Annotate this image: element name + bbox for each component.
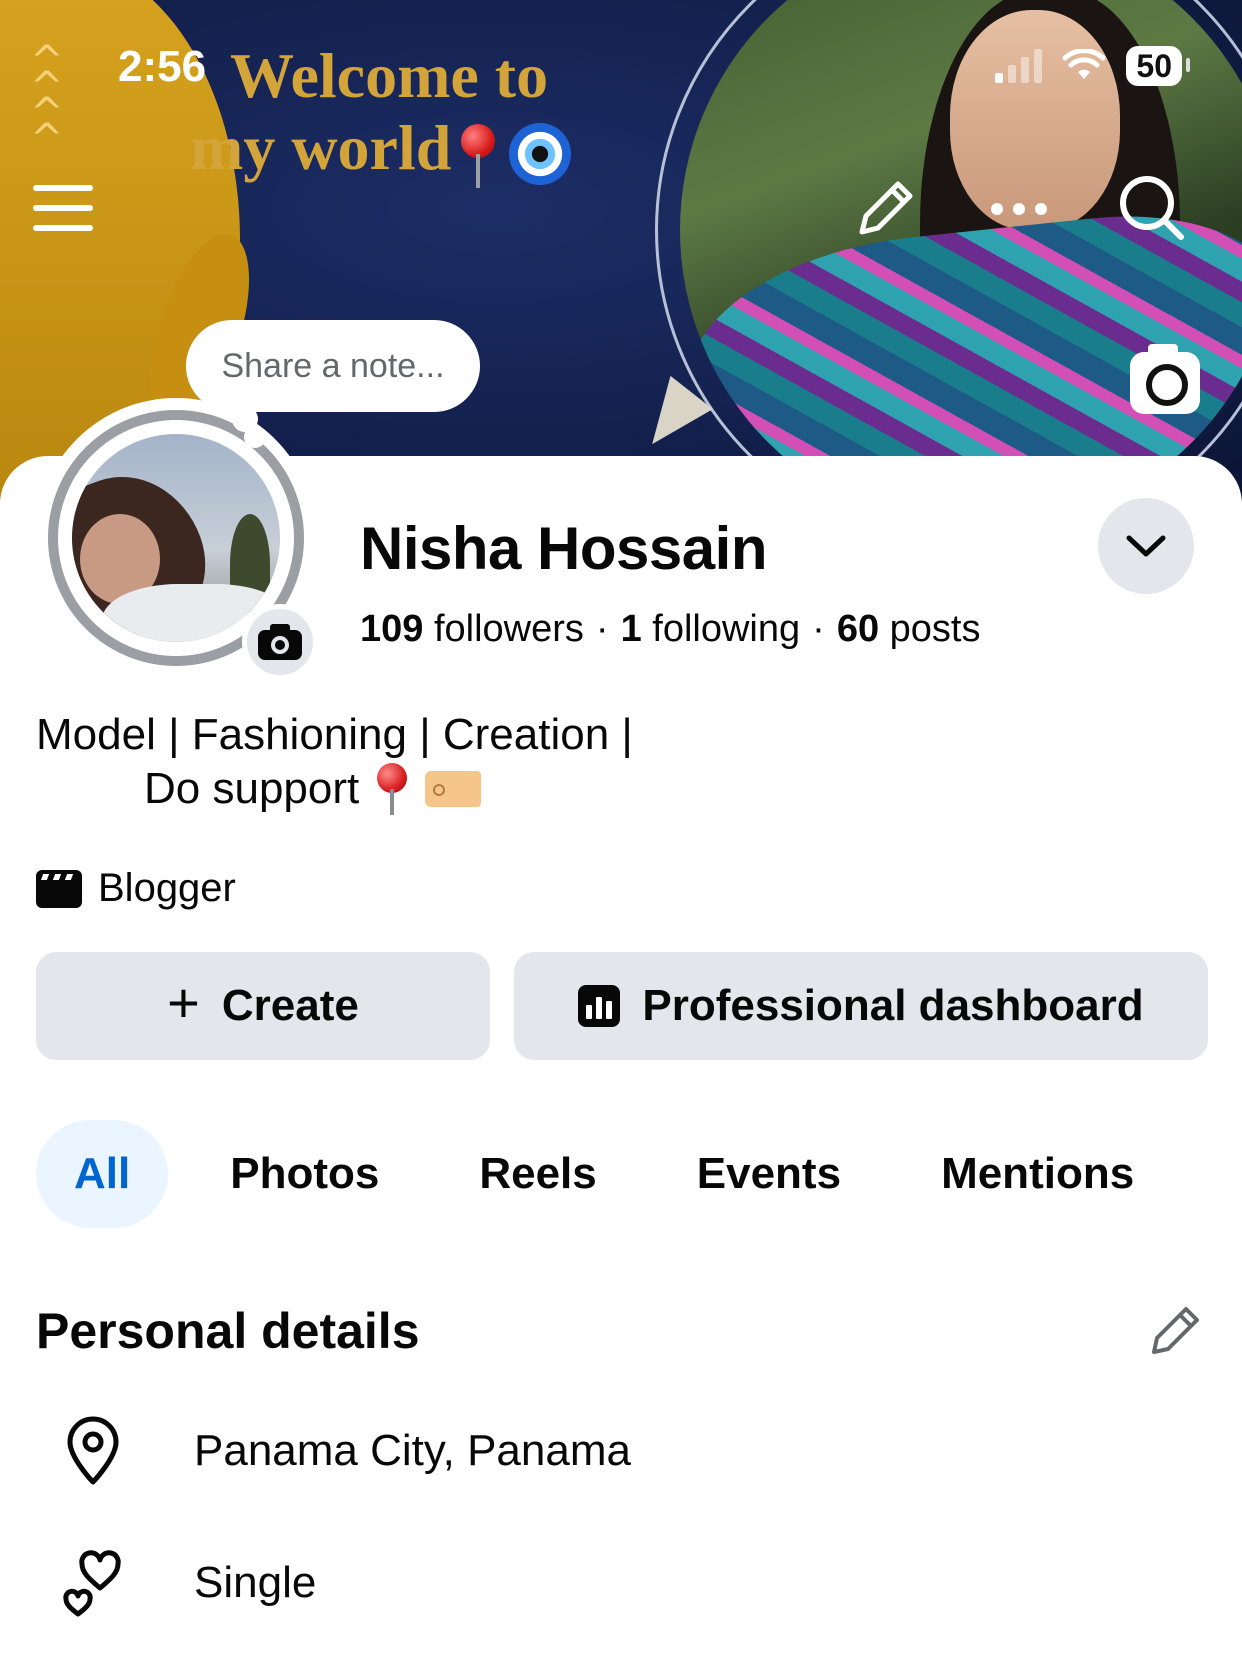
pushpin-icon	[377, 763, 408, 815]
bio-line-1: Model | Fashioning | Creation |	[36, 710, 633, 759]
category-label: Blogger	[98, 866, 236, 910]
tag-icon	[425, 771, 482, 807]
cellular-signal-icon	[995, 49, 1043, 83]
tab-events-label: Events	[696, 1149, 842, 1198]
pushpin-icon	[461, 118, 496, 190]
search-icon[interactable]	[1116, 172, 1188, 244]
tab-reels[interactable]: Reels	[441, 1120, 634, 1228]
tab-photos-label: Photos	[230, 1149, 380, 1198]
cover-headline-line2: my world	[190, 112, 452, 183]
profile-stats: 109 followers · 1 following · 60 posts	[360, 608, 980, 651]
relationship-row: Single	[60, 1548, 316, 1618]
profile-bio: Model | Fashioning | Creation | Do suppo…	[36, 708, 633, 816]
tab-all[interactable]: All	[36, 1120, 169, 1228]
share-note-placeholder: Share a note...	[221, 346, 445, 385]
bar-chart-icon	[578, 985, 621, 1027]
create-button-label: Create	[221, 981, 359, 1030]
personal-details-title: Personal details	[36, 1303, 420, 1359]
posts-count: 60	[836, 608, 880, 650]
cover-headline-line2-row: my world	[190, 112, 572, 190]
cover-headline-line1: Welcome to	[230, 40, 549, 111]
chevron-down-icon	[1126, 535, 1166, 557]
tab-photos[interactable]: Photos	[192, 1120, 417, 1228]
followers-label: followers	[433, 608, 584, 650]
tab-mentions-label: Mentions	[941, 1149, 1135, 1198]
status-icons: 50	[995, 46, 1190, 86]
wifi-icon	[1062, 49, 1106, 79]
following-count: 1	[620, 608, 642, 650]
profile-name: Nisha Hossain	[360, 515, 767, 582]
hearts-icon	[63, 1550, 121, 1617]
posts-label: posts	[889, 608, 981, 650]
menu-icon[interactable]	[32, 178, 94, 238]
cover-headline: Welcome to my world	[190, 40, 572, 190]
edit-details-pencil-icon[interactable]	[1148, 1302, 1204, 1358]
following-label: following	[652, 608, 801, 650]
tab-events[interactable]: Events	[659, 1120, 879, 1228]
edit-profile-picture-camera-icon[interactable]	[242, 604, 318, 680]
status-time: 2:56	[118, 42, 207, 91]
profile-category: Blogger	[36, 866, 236, 911]
bio-line-2: Do support	[144, 764, 360, 813]
following-stat[interactable]: 1 following	[621, 608, 801, 650]
location-pin-icon	[67, 1416, 119, 1485]
more-options-icon[interactable]	[986, 186, 1052, 232]
posts-stat: 60 posts	[837, 608, 981, 650]
tab-reels-label: Reels	[479, 1149, 597, 1198]
edit-cover-camera-icon[interactable]	[1130, 344, 1200, 414]
profile-dropdown-button[interactable]	[1098, 498, 1194, 594]
bio-line-2-row: Do support	[36, 762, 633, 816]
plus-icon: +	[167, 971, 200, 1034]
avatar	[72, 434, 280, 642]
edit-cover-icon[interactable]	[852, 176, 918, 242]
location-row: Panama City, Panama	[60, 1416, 631, 1486]
tab-mentions[interactable]: Mentions	[903, 1120, 1172, 1228]
location-text: Panama City, Panama	[194, 1426, 631, 1475]
evil-eye-icon	[509, 123, 572, 186]
followers-count: 109	[360, 608, 424, 650]
separator-dot: ·	[812, 608, 825, 650]
create-button[interactable]: + Create	[36, 952, 490, 1060]
battery-indicator: 50	[1126, 46, 1190, 86]
profile-tabs: All Photos Reels Events Mentions	[36, 1120, 1172, 1228]
relationship-text: Single	[194, 1558, 317, 1607]
clapperboard-icon	[36, 869, 82, 908]
professional-dashboard-button[interactable]: Professional dashboard	[514, 952, 1208, 1060]
chevrons-decoration: ^ ^ ^ ^	[30, 38, 64, 162]
dashboard-button-label: Professional dashboard	[642, 981, 1144, 1030]
share-note-bubble[interactable]: Share a note...	[186, 320, 480, 432]
followers-stat[interactable]: 109 followers	[360, 608, 584, 650]
tab-all-label: All	[74, 1149, 131, 1198]
separator-dot: ·	[595, 608, 609, 650]
